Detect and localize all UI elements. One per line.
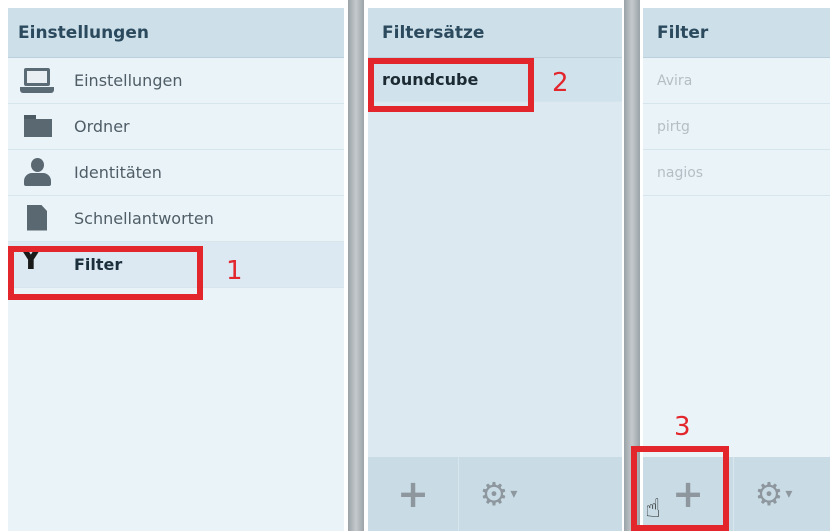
- chevron-down-icon: ▾: [785, 486, 793, 502]
- gear-icon: ⚙: [479, 475, 509, 513]
- panel-splitter[interactable]: [348, 0, 364, 531]
- settings-nav-identitaeten[interactable]: Identitäten: [8, 150, 344, 196]
- filtersets-panel-title: Filtersätze: [368, 8, 622, 58]
- filtersets-toolbar: + ⚙ ▾: [368, 457, 622, 531]
- filter-item-avira[interactable]: Avira: [643, 58, 830, 104]
- settings-nav-einstellungen[interactable]: Einstellungen: [8, 58, 344, 104]
- annotation-number-2: 2: [552, 68, 569, 98]
- person-icon: [18, 157, 58, 189]
- settings-nav-label: Schnellantworten: [74, 209, 214, 228]
- settings-nav-label: Einstellungen: [74, 71, 183, 90]
- laptop-icon: [18, 65, 58, 97]
- filter-item-pirtg[interactable]: pirtg: [643, 104, 830, 150]
- annotation-number-3: 3: [674, 412, 691, 442]
- settings-nav-label: Ordner: [74, 117, 130, 136]
- settings-nav-ordner[interactable]: Ordner: [8, 104, 344, 150]
- add-filterset-button[interactable]: +: [368, 457, 458, 531]
- annotation-number-1: 1: [226, 256, 243, 286]
- filter-item-nagios[interactable]: nagios: [643, 150, 830, 196]
- settings-panel-title: Einstellungen: [8, 8, 344, 58]
- filterset-actions-button[interactable]: ⚙ ▾: [458, 457, 538, 531]
- gear-icon: ⚙: [754, 475, 784, 513]
- settings-nav-schnellantworten[interactable]: Schnellantworten: [8, 196, 344, 242]
- annotation-box-roundcube: [368, 58, 534, 112]
- filters-list: Avira pirtg nagios: [643, 58, 830, 196]
- folder-icon: [18, 111, 58, 143]
- settings-nav-label: Identitäten: [74, 163, 162, 182]
- chevron-down-icon: ▾: [510, 486, 518, 502]
- document-icon: [18, 203, 58, 235]
- annotation-box-filter: [8, 246, 203, 300]
- hand-cursor-icon: ☝: [645, 494, 661, 524]
- filter-actions-button[interactable]: ⚙ ▾: [733, 457, 813, 531]
- filters-panel-title: Filter: [643, 8, 830, 58]
